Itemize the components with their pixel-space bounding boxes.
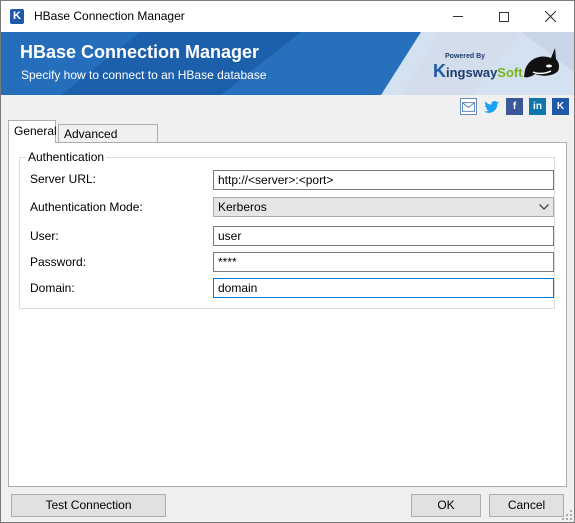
- domain-label: Domain:: [30, 281, 75, 295]
- server-url-input[interactable]: http://<server>:<port>: [213, 170, 554, 190]
- resize-grip-icon[interactable]: [562, 510, 572, 520]
- password-label: Password:: [30, 255, 87, 269]
- title-bar: K HBase Connection Manager: [1, 1, 574, 32]
- chevron-down-icon: [539, 204, 549, 210]
- window-title: HBase Connection Manager: [34, 9, 185, 23]
- banner-subtitle: Specify how to connect to an HBase datab…: [21, 68, 267, 82]
- tab-advanced-settings[interactable]: Advanced Settings: [58, 124, 158, 159]
- facebook-icon[interactable]: f: [506, 98, 523, 115]
- authentication-group: Authentication Server URL: http://<serve…: [19, 150, 555, 309]
- logo-powered-by: Powered By: [445, 53, 486, 60]
- test-connection-button[interactable]: Test Connection: [11, 494, 166, 517]
- orca-logo-icon: [524, 48, 560, 78]
- dialog-window: K HBase Connection Manager HBase Connect…: [0, 0, 575, 523]
- email-icon[interactable]: [460, 98, 477, 115]
- user-input[interactable]: user: [213, 226, 554, 246]
- user-label: User:: [30, 229, 59, 243]
- domain-input[interactable]: domain: [213, 278, 554, 298]
- cancel-button[interactable]: Cancel: [489, 494, 564, 517]
- social-links: f in K: [460, 98, 569, 116]
- kingswaysoft-icon[interactable]: K: [552, 98, 569, 115]
- kingswaysoft-logo: Powered By KingswaySoft: [411, 45, 523, 83]
- ok-button[interactable]: OK: [411, 494, 481, 517]
- tab-general[interactable]: General: [8, 120, 57, 143]
- linkedin-icon[interactable]: in: [529, 98, 546, 115]
- banner-title: HBase Connection Manager: [20, 42, 260, 62]
- auth-mode-select[interactable]: Kerberos: [213, 197, 554, 217]
- minimize-icon: [453, 16, 463, 17]
- close-button[interactable]: [527, 1, 573, 32]
- app-icon: K: [10, 9, 24, 24]
- minimize-button[interactable]: [435, 1, 481, 32]
- logo-name: KingswaySoft: [433, 61, 523, 82]
- maximize-button[interactable]: [481, 1, 527, 32]
- password-input[interactable]: ****: [213, 252, 554, 272]
- auth-mode-value: Kerberos: [218, 200, 267, 214]
- header-banner: HBase Connection Manager Specify how to …: [1, 32, 574, 95]
- general-tab-panel: Authentication Server URL: http://<serve…: [8, 142, 567, 487]
- auth-mode-label: Authentication Mode:: [30, 200, 143, 214]
- authentication-group-label: Authentication: [26, 150, 107, 164]
- logo-k: K: [433, 61, 446, 81]
- close-icon: [544, 11, 556, 22]
- server-url-label: Server URL:: [30, 172, 97, 186]
- maximize-icon: [499, 11, 509, 22]
- logo-mid: ingsway: [446, 65, 498, 80]
- logo-end: Soft: [497, 65, 523, 80]
- twitter-icon[interactable]: [483, 98, 500, 115]
